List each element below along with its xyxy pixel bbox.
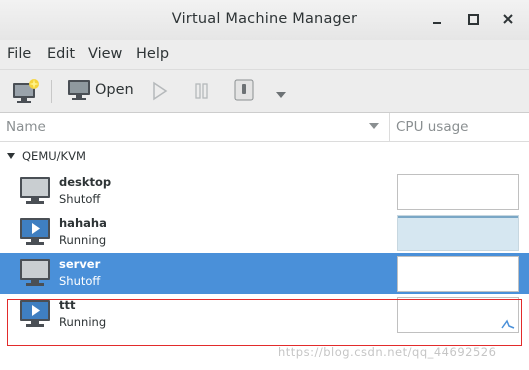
vm-shutoff-icon: [20, 177, 50, 204]
vm-name: hahaha: [59, 216, 107, 230]
vm-row-server[interactable]: server Shutoff: [0, 253, 529, 294]
window-title: Virtual Machine Manager: [171, 11, 358, 27]
connection-group-row[interactable]: QEMU/KVM: [0, 146, 529, 168]
maximize-icon: [468, 14, 479, 25]
title-bar: Virtual Machine Manager: [0, 0, 529, 41]
vm-row-hahaha[interactable]: hahaha Running: [0, 212, 529, 253]
cpu-usage-graph: [397, 256, 519, 292]
sort-arrow-icon[interactable]: [369, 123, 379, 129]
vm-row-desktop[interactable]: desktop Shutoff: [0, 171, 529, 212]
cpu-usage-line: [398, 216, 518, 218]
toolbar: Open: [0, 70, 529, 113]
watermark-text: https://blog.csdn.net/qq_44692526: [278, 345, 497, 359]
run-button[interactable]: [151, 81, 169, 101]
vm-status: Running: [59, 233, 107, 247]
vm-name: desktop: [59, 175, 112, 189]
highlight-annotation-box: [7, 299, 522, 346]
column-divider[interactable]: [389, 113, 390, 141]
minimize-icon: [433, 22, 441, 24]
new-vm-button[interactable]: [12, 78, 40, 104]
toolbar-separator: [51, 80, 52, 103]
vm-status: Shutoff: [59, 192, 101, 206]
shutdown-button[interactable]: [234, 79, 254, 101]
minimize-button[interactable]: [428, 10, 446, 28]
menu-help[interactable]: Help: [136, 46, 169, 62]
column-header: Name CPU usage: [0, 113, 529, 142]
monitor-icon: [68, 80, 90, 100]
menu-file[interactable]: File: [7, 46, 31, 62]
close-button[interactable]: [499, 10, 517, 28]
pause-icon: [195, 83, 208, 99]
vm-shutoff-icon: [20, 259, 50, 286]
play-icon: [153, 81, 168, 101]
close-icon: [503, 14, 513, 24]
column-cpu-usage[interactable]: CPU usage: [396, 119, 468, 135]
menu-edit[interactable]: Edit: [47, 46, 75, 62]
column-name[interactable]: Name: [6, 119, 46, 135]
connection-label: QEMU/KVM: [22, 149, 86, 163]
cpu-usage-graph: [397, 215, 519, 251]
menu-bar: File Edit View Help: [0, 40, 529, 70]
vm-running-icon: [20, 218, 50, 245]
pause-button[interactable]: [193, 81, 211, 101]
menu-view[interactable]: View: [88, 46, 122, 62]
cpu-usage-graph: [397, 174, 519, 210]
vm-status: Shutoff: [59, 274, 101, 288]
open-button-label[interactable]: Open: [95, 82, 134, 98]
new-vm-icon: [13, 79, 39, 103]
vm-name: server: [59, 257, 101, 271]
maximize-button[interactable]: [464, 10, 482, 28]
shutdown-icon: [234, 79, 254, 101]
expander-arrow-icon[interactable]: [7, 153, 15, 159]
shutdown-menu-button[interactable]: [274, 85, 288, 98]
chevron-down-icon: [276, 92, 286, 98]
